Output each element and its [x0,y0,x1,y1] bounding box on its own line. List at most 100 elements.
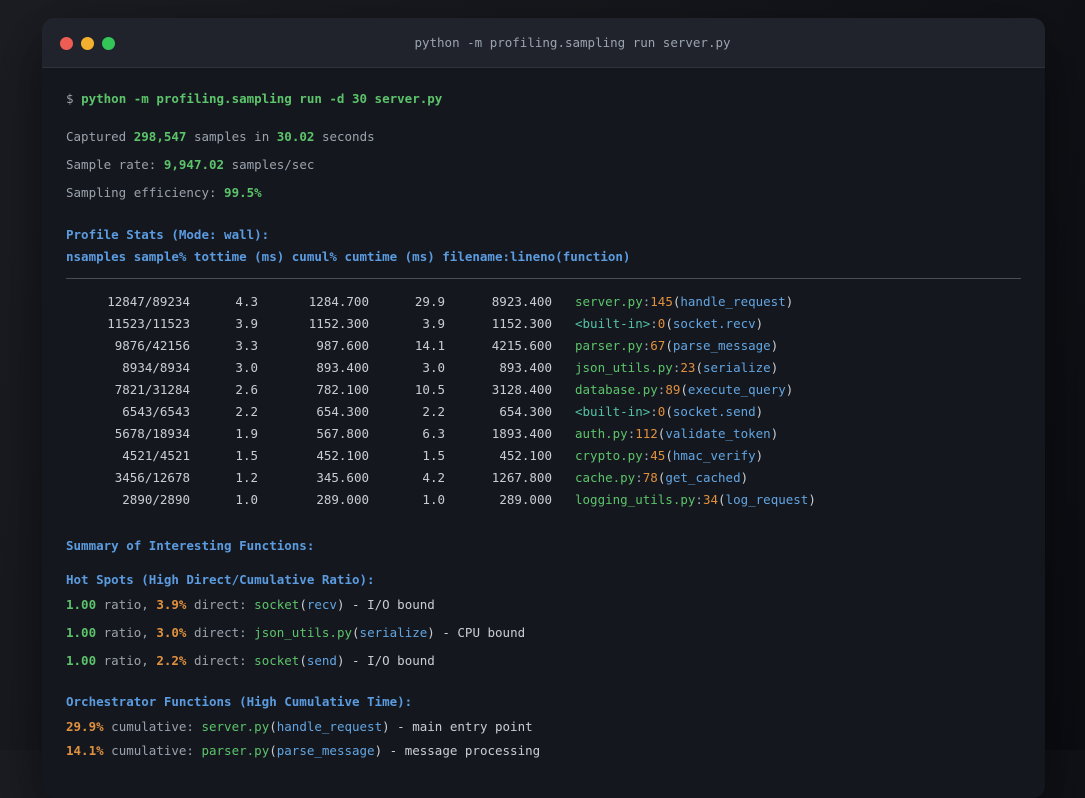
nsamples-value: 3456/12678 [114,470,190,485]
direct-label: direct: [186,597,255,612]
nsamples-value: 7821/31284 [114,382,190,397]
hot-spot-line: 1.00 ratio, 3.0% direct: json_utils.py(s… [66,623,1021,642]
title-bar[interactable]: python -m profiling.sampling run server.… [42,18,1045,68]
nsamples-value: 9876/42156 [114,338,190,353]
ratio-label: ratio, [96,597,157,612]
line-number: 67 [650,338,666,353]
table-row: 9876/42156 3.3 987.600 14.1 4215.600 parser.p… [66,335,1021,357]
table-row: 2890/2890 1.0 289.000 1.0 289.000 logging_uti… [66,489,1021,511]
close-paren: ) [755,316,764,331]
terminal-output[interactable]: $ python -m profiling.sampling run -d 30… [42,68,1045,760]
cumtime-value: 4215.600 [491,338,552,353]
cumulative-pct-value: 29.9% [66,719,104,734]
tottime-value: 1152.300 [308,316,369,331]
open-paren: ( [665,448,673,463]
hot-spots-heading: Hot Spots (High Direct/Cumulative Ratio)… [66,572,375,587]
sample-rate-line: Sample rate: 9,947.02 samples/sec [66,155,1021,174]
close-paren: ) [740,470,749,485]
cumul-pct-value: 3.0 [422,360,445,375]
sample-pct-value: 3.0 [235,360,258,375]
nsamples-value: 8934/8934 [122,360,190,375]
ratio-label: ratio, [96,625,157,640]
table-row: 8934/8934 3.0 893.400 3.0 893.400 json_utils.… [66,357,1021,379]
cumulative-label: cumulative: [103,719,202,734]
direct-label: direct: [186,653,255,668]
direct-pct-value: 3.9% [156,597,187,612]
sample-pct-value: 1.0 [235,492,258,507]
function-reference: logging_utils.py:34(log_request) [575,492,816,507]
rate-label: Sample rate: [66,157,157,172]
orchestrator-line: 29.9% cumulative: server.py(handle_reque… [66,717,1021,736]
function-name: parse_message [672,338,771,353]
orchestrator-note: - message processing [382,743,541,758]
function-name: log_request [725,492,809,507]
cumtime-value: 1893.400 [491,426,552,441]
summary-heading: Summary of Interesting Functions: [66,538,315,553]
tottime-value: 567.800 [316,426,369,441]
sample-pct-value: 1.9 [235,426,258,441]
direct-pct-value: 3.0% [156,625,187,640]
command-text: python -m profiling.sampling run -d 30 s… [81,91,443,106]
line-number: 145 [650,294,673,309]
maximize-icon[interactable] [102,36,115,50]
close-paren: ) [755,404,764,419]
stats-table: 12847/89234 4.3 1284.700 29.9 8923.400 server… [66,291,1021,511]
sample-pct-value: 1.5 [235,448,258,463]
open-paren: ( [299,597,307,612]
function-name: send [306,653,337,668]
nsamples-value: 6543/6543 [122,404,190,419]
function-reference: auth.py:112(validate_token) [575,426,778,441]
cumulative-pct-value: 14.1% [66,743,104,758]
captured-label: Captured [66,129,127,144]
cumul-pct-value: 14.1 [414,338,445,353]
function-name: socket.recv [672,316,756,331]
sample-pct-value: 4.3 [235,294,258,309]
function-name: parse_message [276,743,375,758]
orchestrator-line: 14.1% cumulative: parser.py(parse_messag… [66,741,1021,760]
bound-note: - I/O bound [344,597,435,612]
cumul-pct-value: 6.3 [422,426,445,441]
tottime-value: 654.300 [316,404,369,419]
colon-separator: : [650,316,658,331]
tottime-value: 289.000 [316,492,369,507]
cumul-pct-value: 10.5 [414,382,445,397]
function-reference: database.py:89(execute_query) [575,382,793,397]
function-reference: <built-in>:0(socket.send) [575,404,763,419]
sample-pct-value: 1.2 [235,470,258,485]
open-paren: ( [695,360,703,375]
bound-note: - CPU bound [434,625,526,640]
traffic-lights [60,18,115,68]
minimize-icon[interactable] [81,36,94,50]
line-number: 89 [665,382,681,397]
tottime-value: 452.100 [316,448,369,463]
cumtime-value: 289.000 [499,492,552,507]
captured-suffix: seconds [321,129,375,144]
stats-column-headers: nsamples sample% tottime (ms) cumul% cum… [66,249,631,264]
nsamples-value: 4521/4521 [122,448,190,463]
bound-note: - I/O bound [344,653,435,668]
close-paren: ) [336,653,345,668]
command-line: $ python -m profiling.sampling run -d 30… [66,89,1021,108]
close-paren: ) [785,382,794,397]
close-paren: ) [382,719,390,734]
direct-label: direct: [186,625,255,640]
orchestrator-heading: Orchestrator Functions (High Cumulative … [66,694,413,709]
open-paren: ( [680,382,688,397]
table-row: 11523/11523 3.9 1152.300 3.9 1152.300 <built-… [66,313,1021,335]
terminal-window: python -m profiling.sampling run server.… [42,18,1045,798]
close-icon[interactable] [60,36,73,50]
efficiency-label: Sampling efficiency: [66,185,217,200]
function-reference: server.py:145(handle_request) [575,294,793,309]
table-row: 7821/31284 2.6 782.100 10.5 3128.400 database… [66,379,1021,401]
cumul-pct-value: 1.5 [422,448,445,463]
nsamples-value: 2890/2890 [122,492,190,507]
open-paren: ( [665,404,673,419]
sample-pct-value: 2.6 [235,382,258,397]
close-paren: ) [770,338,779,353]
close-paren: ) [770,360,779,375]
tottime-value: 782.100 [316,382,369,397]
function-reference: json_utils.py:23(serialize) [575,360,778,375]
close-paren: ) [770,426,779,441]
cumtime-value: 8923.400 [491,294,552,309]
nsamples-value: 11523/11523 [107,316,190,331]
